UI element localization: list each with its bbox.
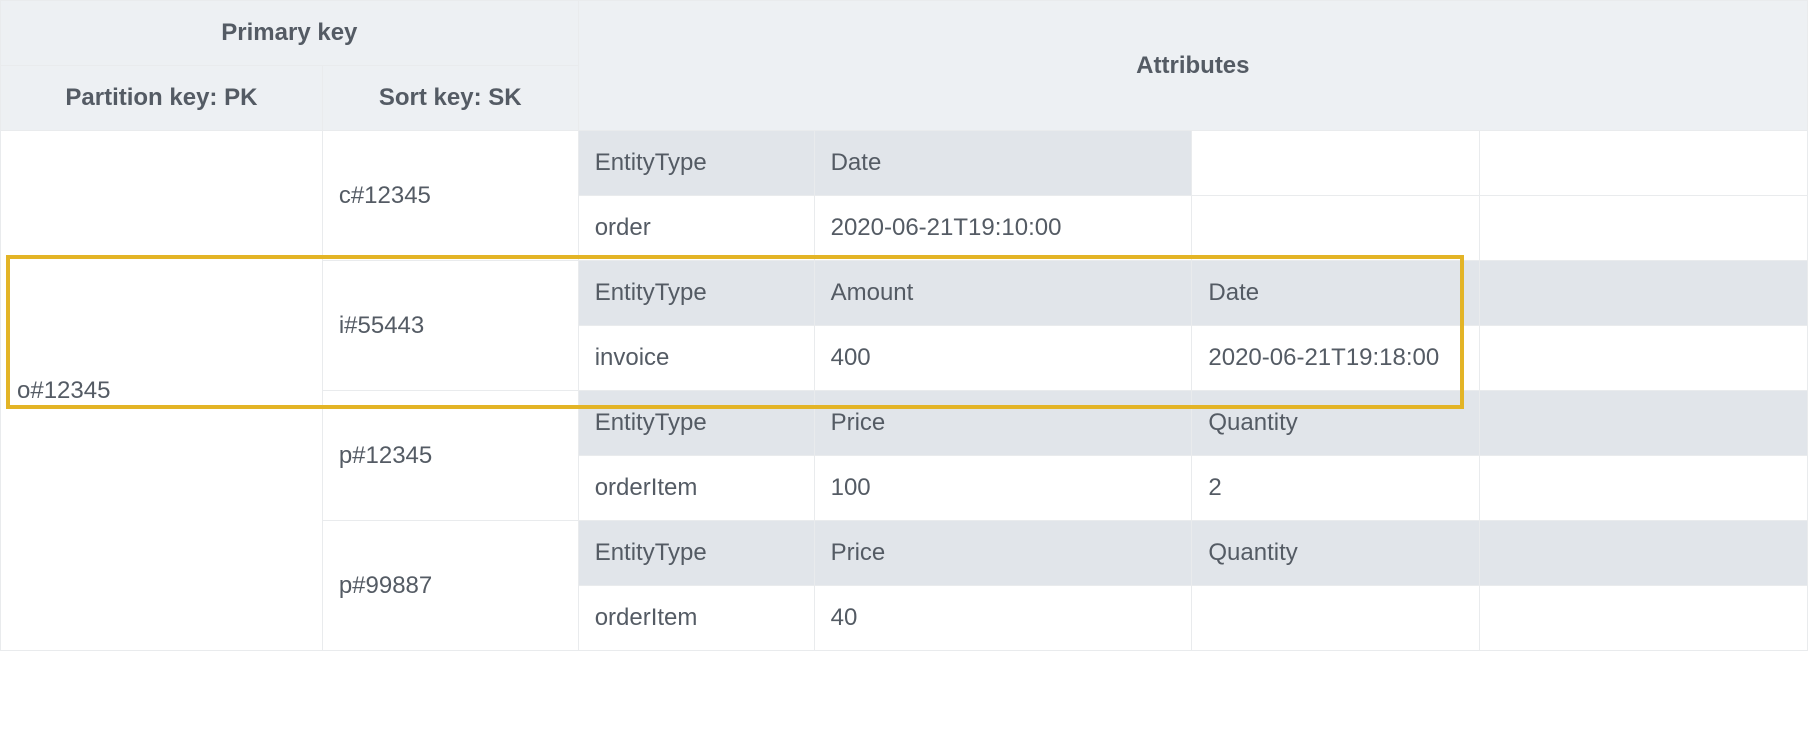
attr-header: EntityType	[578, 391, 814, 456]
attr-value-empty	[1480, 586, 1808, 651]
attr-header: Quantity	[1192, 521, 1480, 586]
attr-value-empty	[1192, 196, 1480, 261]
attr-header-empty	[1192, 131, 1480, 196]
attr-header: EntityType	[578, 521, 814, 586]
attr-value	[1192, 586, 1480, 651]
header-attributes: Attributes	[578, 1, 1807, 131]
attr-value: 400	[814, 326, 1192, 391]
attr-header-empty	[1480, 261, 1808, 326]
attr-value-empty	[1480, 456, 1808, 521]
attr-value: orderItem	[578, 586, 814, 651]
attr-header-empty	[1480, 131, 1808, 196]
attr-header: Date	[814, 131, 1192, 196]
attr-value-empty	[1480, 196, 1808, 261]
attr-value: 2020-06-21T19:10:00	[814, 196, 1192, 261]
attr-value: orderItem	[578, 456, 814, 521]
attr-header: EntityType	[578, 261, 814, 326]
header-primary-key: Primary key	[1, 1, 579, 66]
attr-value: 2	[1192, 456, 1480, 521]
attr-header: EntityType	[578, 131, 814, 196]
header-sort-key: Sort key: SK	[322, 66, 578, 131]
sort-key-value: i#55443	[322, 261, 578, 391]
attr-header: Price	[814, 521, 1192, 586]
attr-header: Amount	[814, 261, 1192, 326]
attr-header-empty	[1480, 521, 1808, 586]
attr-value: 100	[814, 456, 1192, 521]
sort-key-value: p#99887	[322, 521, 578, 651]
attr-value: invoice	[578, 326, 814, 391]
sort-key-value: p#12345	[322, 391, 578, 521]
partition-key-value: o#12345	[1, 131, 323, 651]
dynamodb-table: Primary key Attributes Partition key: PK…	[0, 0, 1808, 651]
sort-key-value: c#12345	[322, 131, 578, 261]
attr-value: 2020-06-21T19:18:00	[1192, 326, 1480, 391]
attr-header: Price	[814, 391, 1192, 456]
attr-value: order	[578, 196, 814, 261]
attr-value: 40	[814, 586, 1192, 651]
attr-header-empty	[1480, 391, 1808, 456]
attr-value-empty	[1480, 326, 1808, 391]
attr-header: Quantity	[1192, 391, 1480, 456]
attr-header: Date	[1192, 261, 1480, 326]
header-partition-key: Partition key: PK	[1, 66, 323, 131]
